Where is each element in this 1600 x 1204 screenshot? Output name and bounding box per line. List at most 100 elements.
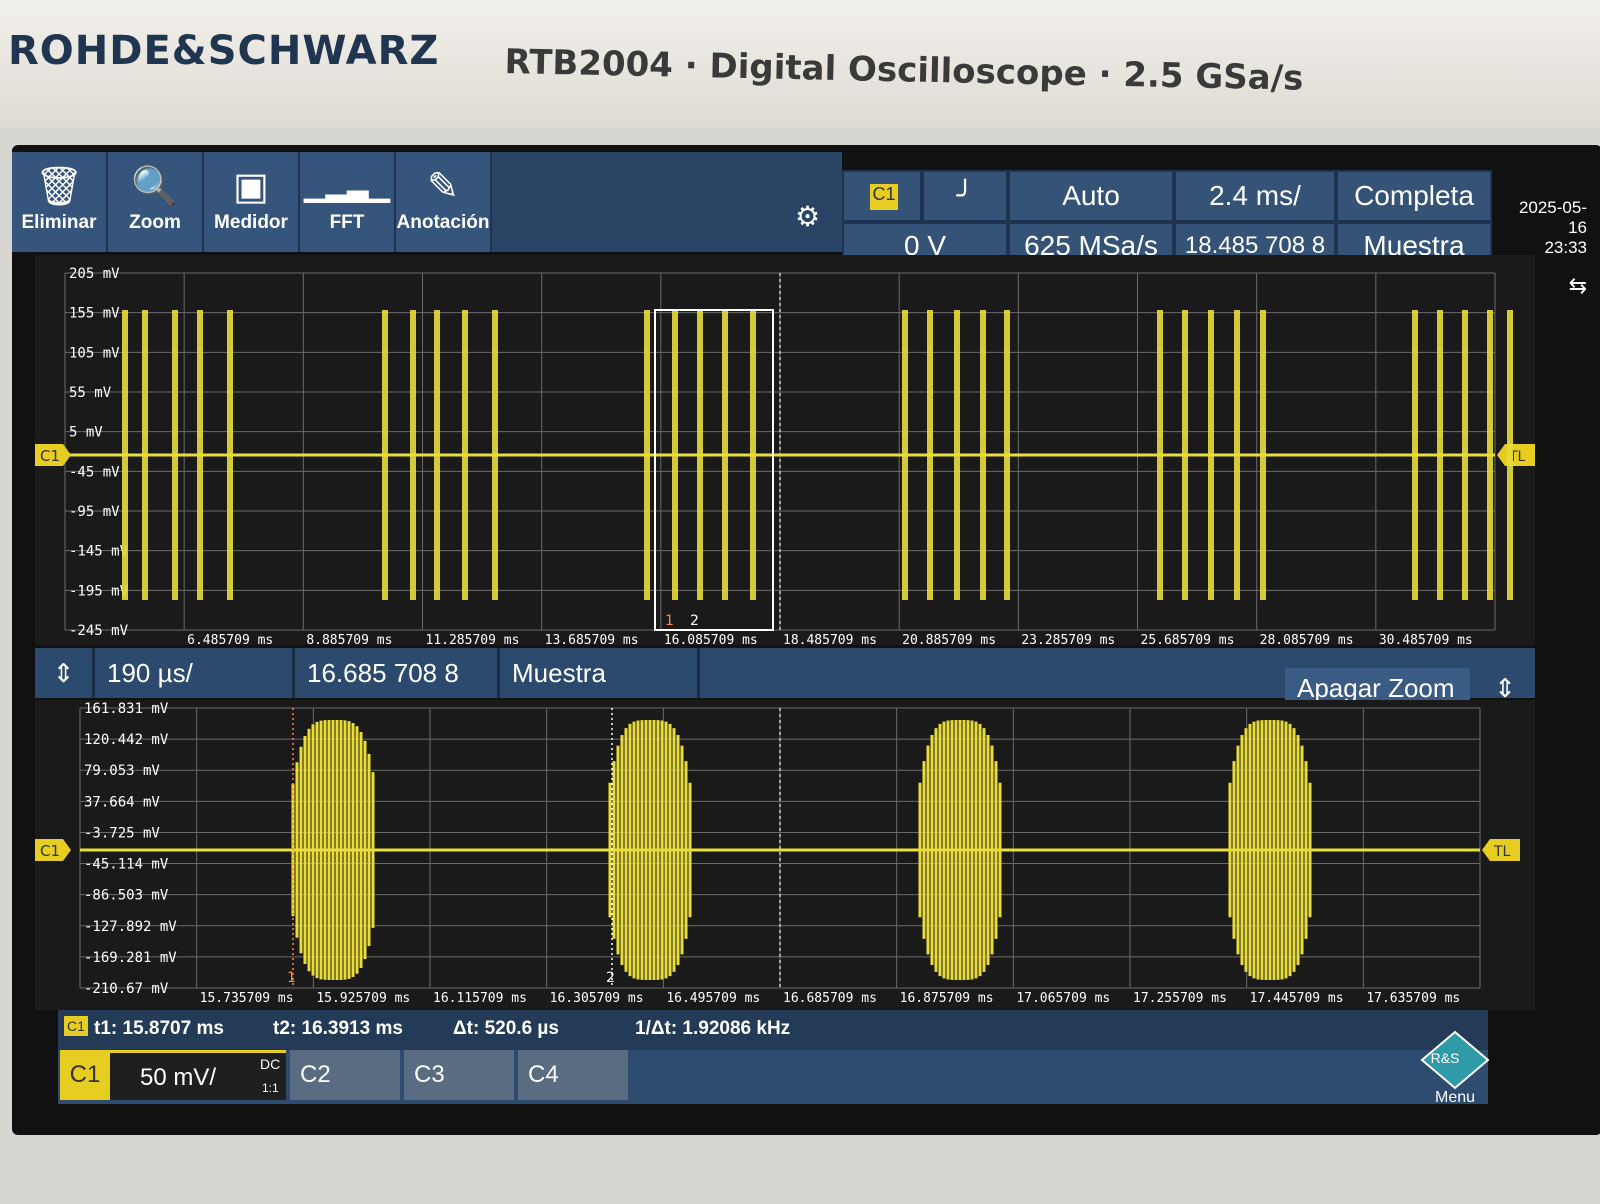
zoom-info-bar: ⇕ 190 µs/ 16.685 708 8 ms Muestra Apagar… [35, 648, 1535, 743]
signal-pulse [434, 310, 440, 600]
y-axis-tick-label: 105 mV [69, 345, 120, 361]
signal-pulse [1462, 310, 1468, 600]
zoom-in-icon: 🔍 [131, 166, 179, 208]
zoom-waveform-panel[interactable]: 161.831 mV 120.442 mV 79.053 mV 37.664 mV -3… [35, 700, 1535, 1010]
updown-arrows-icon[interactable]: ⇕ [35, 648, 95, 698]
y-axis-tick-label: -145 mV [69, 544, 129, 560]
acquisition-mode[interactable]: Completa [1336, 170, 1492, 222]
settings-gear-icon[interactable]: ⚙ [795, 200, 820, 233]
signal-pulse [1234, 310, 1240, 600]
menu-label: Menu [1434, 1089, 1476, 1106]
y-axis-tick-label: -127.892 mV [84, 919, 177, 935]
x-axis-tick-label: 23.285709 ms [1021, 633, 1115, 645]
meter-icon: ▣ [233, 166, 269, 208]
delete-label: Eliminar [21, 212, 97, 233]
meter-button[interactable]: ▣ Medidor [204, 152, 300, 252]
signal-pulse [644, 310, 650, 600]
channel-c1-scale[interactable]: 50 mV/ DC 1:1 [110, 1050, 286, 1100]
trigger-source-badge: C1 [870, 184, 898, 210]
x-axis-tick-label: 16.875709 ms [900, 991, 994, 1006]
signal-pulse [1412, 310, 1418, 600]
y-axis-tick-label: 161.831 mV [84, 701, 169, 717]
channel-c1-marker-label: C1 [40, 447, 60, 465]
x-axis-tick-label: 15.925709 ms [316, 991, 410, 1006]
c1-probe-ratio: 1:1 [262, 1081, 279, 1095]
annotation-button[interactable]: ✎ Anotación [396, 152, 492, 252]
channel-c1-tab[interactable]: C1 [60, 1050, 110, 1100]
x-axis-tick-label: 16.495709 ms [666, 991, 760, 1006]
signal-pulse [382, 310, 388, 600]
x-axis-tick-label: 17.255709 ms [1133, 991, 1227, 1006]
channel-c3-tab[interactable]: C3 [404, 1050, 514, 1100]
cursor-t2[interactable]: t2: 16.3913 ms [273, 1018, 403, 1040]
cursor-t1[interactable]: t1: 15.8707 ms [94, 1018, 224, 1040]
y-axis-tick-label: -45 mV [69, 464, 120, 480]
x-axis-tick-label: 16.685709 ms [783, 991, 877, 1006]
signal-pulse [722, 310, 728, 600]
zoom-position[interactable]: 16.685 708 8 ms [295, 648, 500, 738]
rising-edge-icon[interactable]: ╯ [922, 170, 1008, 222]
toolbar: 🗑 Eliminar 🔍 Zoom ▣ Medidor ▁▂▃▁ FFT ✎ A… [12, 152, 842, 252]
trigger-level-marker-label: TL [1493, 844, 1511, 860]
signal-pulse [197, 310, 203, 600]
y-axis-tick-label: 79.053 mV [84, 763, 160, 779]
channel-c1-marker: C1 [35, 444, 71, 466]
menu-button[interactable]: R&S Menu [1410, 1030, 1500, 1110]
x-axis-tick-label: 6.485709 ms [187, 633, 273, 645]
signal-pulse [1487, 310, 1493, 600]
zoom-button[interactable]: 🔍 Zoom [108, 152, 204, 252]
x-axis-tick-label: 16.115709 ms [433, 991, 527, 1006]
zoom-acq-type[interactable]: Muestra [500, 648, 700, 698]
signal-pulse [1260, 310, 1266, 600]
signal-pulse [1208, 310, 1214, 600]
signal-pulse [697, 310, 703, 600]
cursor-1-marker: 1 [665, 613, 674, 629]
signal-pulse [672, 310, 678, 600]
zoom-waveform-plot[interactable]: 161.831 mV 120.442 mV 79.053 mV 37.664 mV -3… [35, 700, 1535, 1010]
instrument-top-bezel: ROHDE&SCHWARZ RTB2004 · Digital Oscillos… [0, 0, 1600, 130]
trigger-level-marker: TL [1497, 444, 1535, 466]
signal-pulse [927, 310, 933, 600]
x-axis-tick-label: 17.065709 ms [1016, 991, 1110, 1006]
main-waveform-plot[interactable]: 205 mV 155 mV 105 mV 55 mV 5 mV -45 mV -95 mV -… [35, 255, 1535, 645]
trigger-channel-cell[interactable]: C1 [842, 170, 922, 222]
signal-pulse [462, 310, 468, 600]
channel-c4-tab[interactable]: C4 [518, 1050, 628, 1100]
y-axis-tick-label: -45.114 mV [84, 857, 169, 873]
brand-logo: ROHDE&SCHWARZ [8, 28, 440, 74]
trigger-level-marker: TL [1482, 839, 1520, 861]
signal-pulse [122, 310, 128, 600]
cursor-inverse-delta: 1/Δt: 1.92086 kHz [635, 1018, 791, 1039]
timebase[interactable]: 2.4 ms/ [1174, 170, 1336, 222]
delete-button[interactable]: 🗑 Eliminar [12, 152, 108, 252]
signal-pulse [750, 310, 756, 600]
main-waveform-panel[interactable]: 205 mV 155 mV 105 mV 55 mV 5 mV -45 mV -95 mV -… [35, 255, 1535, 645]
zoom-timebase[interactable]: 190 µs/ [95, 648, 295, 698]
x-axis-tick-label: 17.445709 ms [1250, 991, 1344, 1006]
y-axis-tick-label: 37.664 mV [84, 794, 160, 810]
signal-pulse [954, 310, 960, 600]
channel-c2-tab[interactable]: C2 [290, 1050, 400, 1100]
signal-pulse [227, 310, 233, 600]
x-axis-tick-label: 28.085709 ms [1260, 633, 1354, 645]
pencil-icon: ✎ [427, 166, 459, 208]
x-axis-tick-label: 18.485709 ms [783, 633, 877, 645]
signal-pulse [980, 310, 986, 600]
cursor-1-marker: 1 [287, 970, 296, 986]
fft-icon: ▁▂▃▁ [303, 171, 391, 202]
trigger-mode[interactable]: Auto [1008, 170, 1174, 222]
y-axis-tick-label: 205 mV [69, 266, 120, 282]
y-axis-tick-label: 5 mV [69, 425, 103, 441]
y-axis-tick-label: -210.67 mV [84, 981, 169, 997]
channel-c1-marker: C1 [35, 839, 71, 861]
x-axis-tick-label: 11.285709 ms [426, 633, 520, 645]
fft-button[interactable]: ▁▂▃▁ FFT [300, 152, 396, 252]
channel-bar: C1 50 mV/ DC 1:1 C2 C3 C4 [58, 1050, 1488, 1104]
y-axis-tick-label: -95 mV [69, 504, 120, 520]
signal-pulse [902, 310, 908, 600]
x-axis-tick-label: 16.085709 ms [664, 633, 758, 645]
x-axis-tick-label: 17.635709 ms [1366, 991, 1460, 1006]
signal-pulse [142, 310, 148, 600]
y-axis-tick-label: 155 mV [69, 306, 120, 322]
signal-pulse [172, 310, 178, 600]
